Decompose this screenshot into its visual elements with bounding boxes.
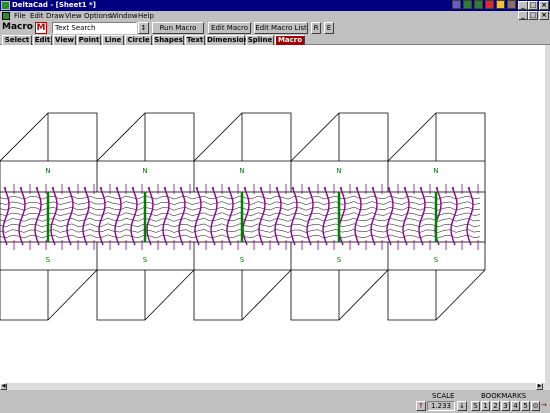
south-label: S: [143, 256, 148, 264]
tab-select[interactable]: Select: [2, 35, 32, 45]
menu-help[interactable]: Help: [138, 11, 154, 21]
menu-options[interactable]: Options: [84, 11, 111, 21]
tab-text[interactable]: Text: [185, 35, 205, 45]
tab-spline[interactable]: Spline: [246, 35, 274, 45]
south-label: S: [337, 256, 342, 264]
macro-icon[interactable]: M: [35, 22, 47, 34]
macro-toolbar: Macro M Text Search ↕ Run Macro Edit Mac…: [0, 21, 550, 35]
north-label: N: [142, 167, 147, 175]
panel-bottom-outline: [290, 269, 389, 321]
tray-icon-4[interactable]: [485, 0, 494, 9]
north-label: N: [336, 167, 341, 175]
drawing-canvas[interactable]: N S N S N S N S N S: [0, 45, 545, 383]
tray-icon-1[interactable]: [452, 0, 461, 9]
tray-icon-3[interactable]: [474, 0, 483, 9]
bookmark-5[interactable]: 5: [521, 401, 530, 411]
document-icon[interactable]: [2, 12, 10, 20]
bookmark-2[interactable]: 2: [491, 401, 500, 411]
arrow-icon[interactable]: →: [541, 401, 547, 409]
tab-macro[interactable]: Macro: [275, 35, 305, 45]
menu-window[interactable]: Window: [110, 11, 138, 21]
south-label: S: [240, 256, 245, 264]
deltacad-window: DeltaCad - [Sheet1 *] _ □ × File Edit Dr…: [0, 0, 550, 413]
tab-dimension[interactable]: Dimension: [206, 35, 249, 45]
panel-top-outline: [387, 112, 486, 162]
close-icon[interactable]: ×: [539, 1, 549, 10]
scale-caption: SCALE: [432, 392, 455, 400]
tool-tabs: Select Edit View Point Line Circle Shapes Text D…: [0, 35, 550, 45]
doc-minimize-icon[interactable]: _: [518, 11, 528, 20]
bookmark-1[interactable]: 1: [481, 401, 490, 411]
minimize-icon[interactable]: _: [518, 1, 528, 10]
panel-bottom-outline: [193, 269, 292, 321]
bookmark-4[interactable]: 4: [511, 401, 520, 411]
doc-close-icon[interactable]: ×: [539, 11, 549, 20]
menu-view[interactable]: View: [65, 11, 82, 21]
menu-bar: File Edit Draw View Options Window Help …: [0, 11, 550, 21]
title-bar[interactable]: DeltaCad - [Sheet1 *] _ □ ×: [0, 0, 550, 11]
menu-file[interactable]: File: [14, 11, 26, 21]
south-label: S: [434, 256, 439, 264]
edit-macro-list-button[interactable]: Edit Macro List: [254, 22, 308, 34]
panel-bottom-outline: [96, 269, 195, 321]
r-button[interactable]: R: [311, 22, 321, 34]
panel-top-outline: [96, 112, 195, 162]
horizontal-scrollbar[interactable]: ◀ ▶: [0, 383, 550, 390]
panel-bottom-outline: [0, 269, 98, 321]
macro-search-input[interactable]: Text Search: [52, 22, 137, 34]
snap-circle-icon[interactable]: ⊙: [531, 401, 540, 411]
bookmarks-caption: BOOKMARKS: [481, 392, 527, 400]
mode-label: Macro: [2, 22, 33, 32]
scale-down-icon[interactable]: ↓: [457, 401, 467, 411]
tray-icon-6[interactable]: [507, 0, 516, 9]
vertical-scrollbar[interactable]: [545, 45, 550, 383]
scale-value[interactable]: 1.233: [427, 401, 455, 411]
menu-draw[interactable]: Draw: [46, 11, 64, 21]
maximize-icon[interactable]: □: [528, 1, 538, 10]
scroll-left-icon[interactable]: ◀: [0, 383, 7, 390]
menu-edit[interactable]: Edit: [30, 11, 44, 21]
tray-icon-5[interactable]: [496, 0, 505, 9]
edit-macro-button[interactable]: Edit Macro: [208, 22, 251, 34]
window-title: DeltaCad - [Sheet1 *]: [12, 1, 96, 9]
updown-icon[interactable]: ↕: [138, 22, 149, 34]
tab-view[interactable]: View: [53, 35, 76, 45]
scale-up-icon[interactable]: ↑: [416, 401, 426, 411]
e-button[interactable]: E: [324, 22, 334, 34]
drawing-svg: N S N S N S N S N S: [0, 112, 486, 321]
panel-bottom-outline: [387, 269, 486, 321]
status-bar: SCALE BOOKMARKS ↑ 1.233 ↓ S 1 2 3 4 5 ⊙ …: [0, 390, 550, 413]
tab-edit[interactable]: Edit: [33, 35, 52, 45]
panel-top-outline: [0, 112, 98, 162]
doc-restore-icon[interactable]: □: [528, 11, 538, 20]
panel-top-outline: [290, 112, 389, 162]
tray-icon-2[interactable]: [463, 0, 472, 9]
south-label: S: [46, 256, 51, 264]
bookmark-s[interactable]: S: [471, 401, 480, 411]
scroll-right-icon[interactable]: ▶: [536, 383, 543, 390]
run-macro-button[interactable]: Run Macro: [152, 22, 204, 34]
tab-line[interactable]: Line: [102, 35, 124, 45]
tab-point[interactable]: Point: [77, 35, 101, 45]
north-label: N: [45, 167, 50, 175]
panel-top-outline: [193, 112, 292, 162]
bookmark-3[interactable]: 3: [501, 401, 510, 411]
app-icon[interactable]: [1, 1, 10, 10]
tab-circle[interactable]: Circle: [125, 35, 152, 45]
north-label: N: [433, 167, 438, 175]
tab-shapes[interactable]: Shapes: [153, 35, 184, 45]
north-label: N: [239, 167, 244, 175]
